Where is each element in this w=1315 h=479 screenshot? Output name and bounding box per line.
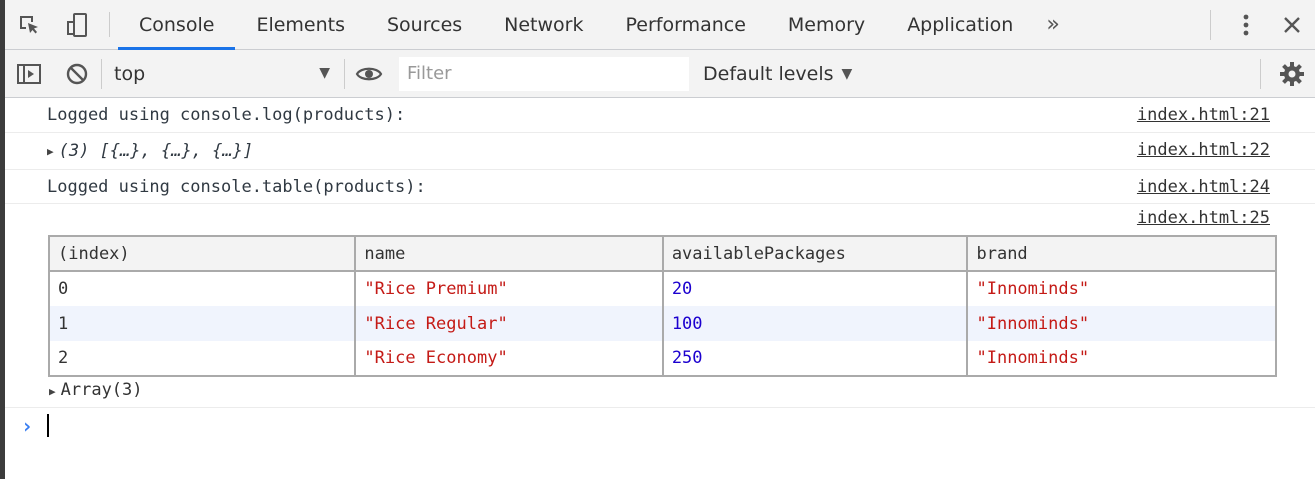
console-table-message: index.html:25 (index) name availablePack…	[5, 204, 1315, 408]
devtools-panel: Console Elements Sources Network Perform…	[5, 0, 1315, 479]
dropdown-arrow-icon: ▼	[319, 64, 330, 81]
table-cell: 100	[662, 306, 969, 341]
tab-memory[interactable]: Memory	[767, 0, 886, 49]
text-cursor	[47, 414, 49, 437]
toolbar-divider	[1210, 10, 1211, 40]
toolbar-divider	[109, 12, 110, 37]
table-cell: 20	[662, 271, 969, 306]
table-cell: 0	[49, 271, 357, 306]
table-cell: 1	[49, 306, 357, 341]
gear-icon[interactable]	[1269, 50, 1315, 98]
clear-console-icon[interactable]	[53, 50, 101, 98]
log-levels-dropdown[interactable]: Default levels ▼	[703, 63, 852, 85]
console-message: Logged using console.table(products): in…	[5, 170, 1315, 204]
window-controls	[1210, 0, 1315, 50]
tab-application[interactable]: Application	[886, 0, 1034, 49]
table-row: 0 "Rice Premium" 20 "Innominds"	[49, 271, 1277, 306]
array-summary-label: Array(3)	[60, 380, 143, 400]
log-levels-label: Default levels	[703, 62, 834, 85]
tab-elements[interactable]: Elements	[235, 0, 366, 49]
table-row: 1 "Rice Regular" 100 "Innominds"	[49, 306, 1277, 341]
console-toolbar: top ▼ Default levels ▼	[5, 50, 1315, 98]
device-toolbar-icon[interactable]	[53, 0, 101, 49]
tab-bar: Console Elements Sources Network Perform…	[5, 0, 1315, 50]
filter-input[interactable]	[399, 56, 689, 91]
column-header[interactable]: name	[355, 236, 664, 272]
close-icon[interactable]	[1269, 0, 1315, 50]
table-cell: "Innominds"	[967, 271, 1277, 306]
tab-network[interactable]: Network	[483, 0, 604, 49]
table-cell: "Rice Regular"	[355, 306, 664, 341]
console-message[interactable]: ▶ (3) [{…}, {…}, {…}] index.html:22	[5, 133, 1315, 170]
array-summary[interactable]: ▶ Array(3)	[49, 380, 143, 400]
source-link[interactable]: index.html:22	[1137, 140, 1270, 160]
console-prompt[interactable]: ›	[5, 408, 1315, 443]
message-text: Logged using console.log(products):	[47, 105, 406, 125]
expand-triangle-icon[interactable]: ▶	[49, 385, 56, 398]
tab-performance[interactable]: Performance	[605, 0, 767, 49]
table-header-row: (index) name availablePackages brand	[49, 236, 1277, 272]
table-cell: "Innominds"	[967, 341, 1277, 376]
prompt-caret-icon: ›	[21, 414, 34, 438]
table-cell: "Innominds"	[967, 306, 1277, 341]
more-tabs-icon[interactable]: »	[1034, 0, 1071, 49]
context-label: top	[114, 62, 146, 85]
column-header[interactable]: availablePackages	[662, 236, 969, 272]
more-options-icon[interactable]	[1223, 0, 1269, 50]
live-expression-eye-icon[interactable]	[345, 50, 393, 98]
console-output: Logged using console.log(products): inde…	[5, 98, 1315, 443]
table-cell: "Rice Premium"	[355, 271, 664, 306]
message-text: (3) [{…}, {…}, {…}]	[58, 141, 254, 161]
column-header[interactable]: brand	[967, 236, 1277, 272]
source-link[interactable]: index.html:24	[1137, 177, 1270, 197]
dropdown-arrow-icon: ▼	[841, 65, 853, 82]
console-message: Logged using console.log(products): inde…	[5, 98, 1315, 133]
settings-area	[1260, 50, 1315, 98]
column-header[interactable]: (index)	[49, 236, 357, 272]
data-table: (index) name availablePackages brand 0 "…	[48, 235, 1277, 377]
table-cell: 2	[49, 341, 357, 376]
tab-console[interactable]: Console	[118, 0, 236, 50]
table-cell: "Rice Economy"	[355, 341, 664, 376]
source-link[interactable]: index.html:21	[1137, 105, 1270, 125]
panel-tabs: Console Elements Sources Network Perform…	[118, 0, 1072, 50]
inspect-element-icon[interactable]	[5, 0, 53, 49]
message-text: Logged using console.table(products):	[47, 176, 426, 197]
tab-sources[interactable]: Sources	[366, 0, 483, 49]
expand-triangle-icon[interactable]: ▶	[47, 145, 54, 158]
table-cell: 250	[662, 341, 969, 376]
table-row: 2 "Rice Economy" 250 "Innominds"	[49, 341, 1277, 376]
show-sidebar-icon[interactable]	[5, 50, 53, 98]
source-link[interactable]: index.html:25	[1137, 208, 1270, 228]
context-selector[interactable]: top ▼	[102, 50, 344, 98]
toolbar-divider	[1260, 59, 1261, 89]
